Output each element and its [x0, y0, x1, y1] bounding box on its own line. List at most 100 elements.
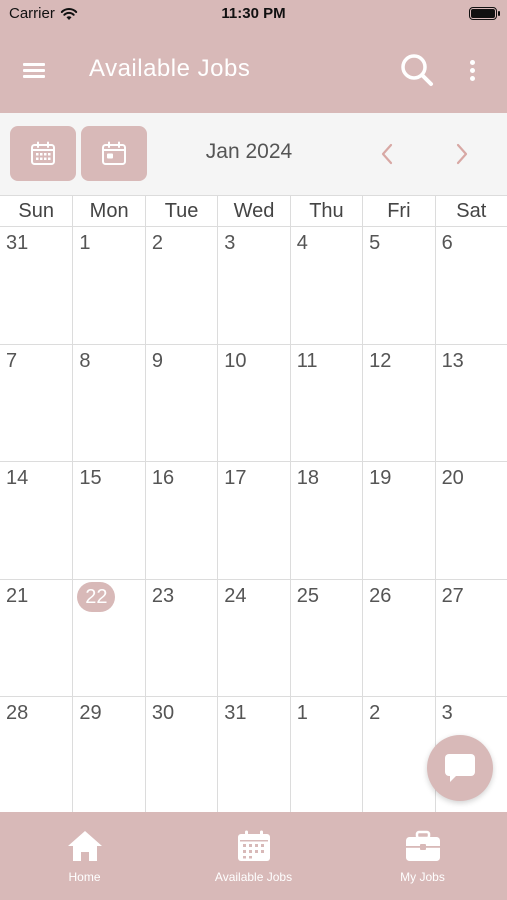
day-number: 2 — [151, 232, 163, 254]
calendar-day-cell[interactable]: 9 — [144, 344, 218, 462]
day-number: 10 — [224, 349, 247, 372]
calendar-day-cell[interactable]: 19 — [362, 462, 435, 580]
calendar-day-cell[interactable]: 2 — [144, 227, 218, 345]
previous-month-button[interactable] — [372, 139, 402, 169]
calendar-day-cell[interactable]: 25 — [289, 579, 363, 697]
bottom-tab-bar: Home Available Jobs My Jobs — [0, 812, 507, 900]
month-view-button[interactable] — [10, 126, 76, 181]
calendar-day-cell[interactable]: 24 — [217, 579, 290, 697]
day-number: 27 — [441, 584, 464, 607]
day-number: 20 — [441, 467, 464, 489]
tab-home[interactable]: Home — [0, 812, 169, 900]
day-number: 17 — [224, 467, 247, 489]
weekday-wed: Wed — [217, 196, 289, 226]
day-number: 11 — [296, 349, 318, 372]
calendar-day-cell[interactable]: 2 — [362, 697, 435, 815]
calendar-day-cell[interactable]: 1 — [289, 697, 363, 815]
calendar-day-cell[interactable]: 17 — [217, 462, 290, 580]
calendar-day-cell[interactable]: 23 — [144, 579, 218, 697]
calendar-day-cell[interactable]: 15 — [72, 462, 145, 580]
day-number: 24 — [224, 584, 247, 607]
calendar-day-cell[interactable]: 4 — [289, 227, 363, 345]
day-number: 28 — [6, 702, 29, 724]
calendar-day-cell[interactable]: 28 — [0, 697, 73, 815]
calendar-day-cell[interactable]: 12 — [362, 344, 435, 462]
home-icon — [67, 831, 102, 861]
month-calendar: Sun Mon Tue Wed Thu Fri Sat 31 1 2 3 4 5 6 7 8 9 1… — [0, 195, 507, 815]
search-button[interactable] — [398, 51, 436, 89]
calendar-controls: Jan 2024 — [0, 113, 507, 195]
day-number: 1 — [296, 702, 308, 724]
chat-button[interactable] — [427, 735, 493, 801]
weekday-sun: Sun — [18, 200, 54, 222]
chat-icon — [445, 754, 475, 782]
day-number: 9 — [151, 349, 163, 372]
calendar-day-cell[interactable]: 6 — [434, 227, 507, 345]
calendar-day-icon — [102, 141, 126, 165]
calendar-day-cell[interactable]: 5 — [362, 227, 435, 345]
day-number: 4 — [296, 232, 308, 254]
search-icon — [401, 54, 433, 86]
weekday-mon: Mon — [72, 196, 144, 226]
day-number: 16 — [151, 467, 175, 489]
calendar-day-cell-today[interactable]: 22 — [72, 579, 145, 697]
day-number: 21 — [6, 584, 29, 607]
calendar-day-cell[interactable]: 21 — [0, 580, 73, 697]
calendar-day-cell[interactable]: 31 — [217, 697, 290, 815]
calendar-day-cell[interactable]: 14 — [0, 462, 73, 580]
calendar-day-cell[interactable]: 8 — [72, 344, 145, 462]
day-number: 1 — [79, 232, 91, 254]
tab-available-jobs-label: Available Jobs — [214, 870, 293, 884]
battery-icon — [469, 7, 500, 20]
calendar-day-cell[interactable]: 26 — [362, 579, 435, 697]
status-time: 11:30 PM — [221, 5, 286, 22]
calendar-day-cell[interactable]: 27 — [434, 579, 507, 697]
day-number: 22 — [77, 581, 116, 612]
tab-my-jobs-label: My Jobs — [400, 870, 445, 884]
weekday-tue: Tue — [144, 196, 217, 226]
calendar-day-cell[interactable]: 29 — [72, 697, 145, 815]
next-month-button[interactable] — [447, 139, 477, 169]
chevron-right-icon — [456, 143, 468, 165]
more-options-button[interactable] — [462, 56, 482, 84]
calendar-day-cell[interactable]: 3 — [217, 227, 290, 345]
tab-home-label: Home — [68, 870, 101, 884]
toolbar: Available Jobs — [0, 40, 507, 100]
day-number: 25 — [296, 584, 319, 607]
day-view-button[interactable] — [81, 126, 147, 181]
day-number: 3 — [441, 702, 453, 724]
tab-my-jobs[interactable]: My Jobs — [338, 812, 507, 900]
day-number: 3 — [224, 232, 236, 254]
day-number: 31 — [6, 232, 29, 254]
calendar-day-cell[interactable]: 11 — [289, 344, 363, 462]
page-title: Available Jobs — [89, 55, 251, 82]
calendar-day-cell[interactable]: 10 — [217, 344, 290, 462]
menu-button[interactable] — [20, 56, 50, 84]
calendar-day-cell[interactable]: 31 — [0, 227, 73, 345]
weekday-header: Sun Mon Tue Wed Thu Fri Sat — [0, 195, 507, 227]
weekday-thu: Thu — [289, 196, 362, 226]
weekday-sat: Sat — [434, 196, 507, 226]
day-number: 2 — [369, 702, 381, 724]
calendar-day-cell[interactable]: 18 — [289, 462, 363, 580]
calendar-day-cell[interactable]: 30 — [144, 697, 218, 815]
day-number: 23 — [151, 584, 175, 607]
calendar-day-cell[interactable]: 20 — [434, 462, 507, 580]
weekday-fri: Fri — [362, 196, 434, 226]
day-number: 12 — [369, 349, 392, 372]
month-label: Jan 2024 — [205, 140, 293, 163]
day-number: 6 — [441, 232, 453, 254]
tab-available-jobs[interactable]: Available Jobs — [169, 812, 338, 900]
calendar-day-cell[interactable]: 13 — [434, 344, 507, 462]
status-bar: Carrier 11:30 PM — [0, 0, 507, 28]
day-number: 7 — [6, 349, 18, 372]
day-number: 15 — [79, 467, 102, 489]
day-number: 18 — [296, 467, 319, 489]
calendar-grid: 31 1 2 3 4 5 6 7 8 9 10 11 12 13 14 15 16 17 18 19 20 21 22 23 2… — [0, 227, 507, 815]
briefcase-icon — [405, 830, 440, 861]
calendar-icon — [237, 830, 270, 861]
calendar-day-cell[interactable]: 16 — [144, 462, 218, 580]
day-number: 13 — [441, 349, 464, 372]
calendar-day-cell[interactable]: 1 — [72, 227, 145, 345]
calendar-day-cell[interactable]: 7 — [0, 345, 73, 462]
